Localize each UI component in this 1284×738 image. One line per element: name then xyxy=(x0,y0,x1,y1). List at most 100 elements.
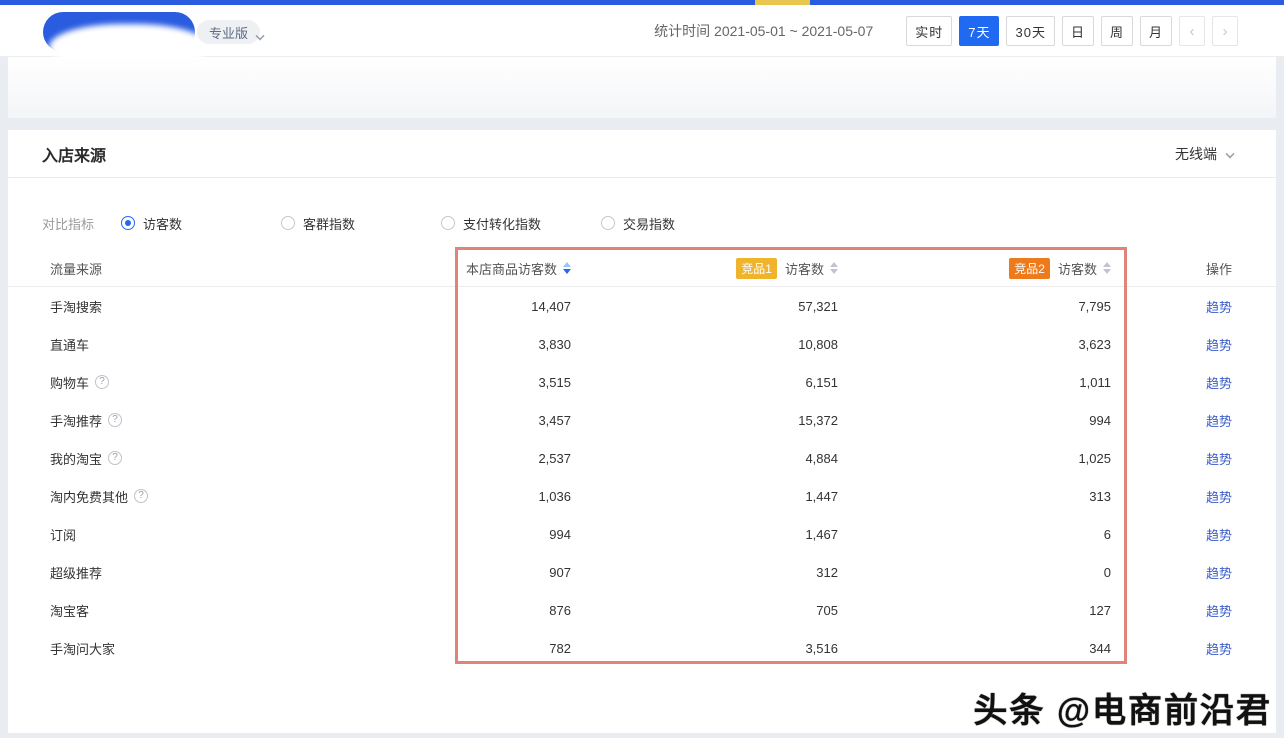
trend-link[interactable]: 趋势 xyxy=(1206,335,1232,354)
source-name: 淘内免费其他 xyxy=(50,487,128,506)
comp2-visitors-value: 313 xyxy=(1089,489,1111,504)
compare-option-label: 支付转化指数 xyxy=(463,214,541,233)
compare-option-label: 访客数 xyxy=(143,214,182,233)
radio-icon xyxy=(601,216,615,230)
comp1-visitors-value: 1,467 xyxy=(805,527,838,542)
trend-link[interactable]: 趋势 xyxy=(1206,373,1232,392)
comp2-visitors-value: 3,623 xyxy=(1078,337,1111,352)
trend-link[interactable]: 趋势 xyxy=(1206,487,1232,506)
radio-icon xyxy=(281,216,295,230)
comp1-visitors-value: 6,151 xyxy=(805,375,838,390)
trend-link[interactable]: 趋势 xyxy=(1206,411,1232,430)
trend-link[interactable]: 趋势 xyxy=(1206,449,1232,468)
compare-option[interactable]: 交易指数 xyxy=(601,214,761,233)
date-range-controls: 统计时间 2021-05-01 ~ 2021-05-07 实时7天30天日周月 … xyxy=(654,5,1238,57)
help-icon[interactable]: ? xyxy=(95,375,109,389)
source-name: 手淘搜索 xyxy=(50,297,102,316)
range-button[interactable]: 7天 xyxy=(959,16,999,46)
comp2-visitors-value: 1,011 xyxy=(1079,375,1111,390)
table-row: 超级推荐 907 312 0 趋势 xyxy=(8,553,1276,591)
range-button[interactable]: 周 xyxy=(1101,16,1133,46)
radio-icon xyxy=(441,216,455,230)
comp2-badge: 竞品2 xyxy=(1009,258,1050,279)
table-row: 订阅 994 1,467 6 趋势 xyxy=(8,515,1276,553)
comp1-visitors-value: 3,516 xyxy=(805,641,838,656)
comp2-visitors-value: 7,795 xyxy=(1078,299,1111,314)
table-body: 手淘搜索 14,407 57,321 7,795 趋势 直通车 3,830 10… xyxy=(8,287,1276,667)
comp1-visitors-value: 705 xyxy=(816,603,838,618)
chevron-down-icon xyxy=(1225,149,1234,158)
help-icon[interactable]: ? xyxy=(108,451,122,465)
sort-icon[interactable] xyxy=(830,262,838,274)
trend-link[interactable]: 趋势 xyxy=(1206,563,1232,582)
col-header-own-label: 本店商品访客数 xyxy=(466,259,557,278)
comp2-visitors-value: 0 xyxy=(1104,565,1111,580)
compare-option[interactable]: 支付转化指数 xyxy=(441,214,601,233)
table-row: 我的淘宝 ? 2,537 4,884 1,025 趋势 xyxy=(8,439,1276,477)
trend-link[interactable]: 趋势 xyxy=(1206,601,1232,620)
stat-time-label: 统计时间 2021-05-01 ~ 2021-05-07 xyxy=(654,21,873,41)
range-button[interactable]: 日 xyxy=(1062,16,1094,46)
source-name: 手淘推荐 xyxy=(50,411,102,430)
source-name: 手淘问大家 xyxy=(50,639,115,658)
own-visitors-value: 907 xyxy=(549,565,571,580)
range-button[interactable]: 实时 xyxy=(906,16,952,46)
help-icon[interactable]: ? xyxy=(134,489,148,503)
compare-metric-row: 对比指标 访客数 客群指数 支付转化指数 交易指数 xyxy=(8,208,1276,238)
comp1-visitors-value: 10,808 xyxy=(798,337,838,352)
table-row: 手淘搜索 14,407 57,321 7,795 趋势 xyxy=(8,287,1276,325)
source-name: 超级推荐 xyxy=(50,563,102,582)
source-name: 购物车 xyxy=(50,373,89,392)
watermark: 头条 @电商前沿君 xyxy=(973,683,1272,732)
header-subpanel xyxy=(8,57,1276,118)
compare-option-label: 客群指数 xyxy=(303,214,355,233)
range-button[interactable]: 30天 xyxy=(1006,16,1054,46)
range-button-group: 实时7天30天日周月 xyxy=(899,16,1172,46)
compare-option-label: 交易指数 xyxy=(623,214,675,233)
col-header-comp2-label: 访客数 xyxy=(1058,259,1097,278)
page-root: 专业版 统计时间 2021-05-01 ~ 2021-05-07 实时7天30天… xyxy=(0,0,1284,738)
source-name: 订阅 xyxy=(50,525,76,544)
range-button[interactable]: 月 xyxy=(1140,16,1172,46)
col-header-source: 流量来源 xyxy=(50,259,102,278)
col-header-comp1-label: 访客数 xyxy=(785,259,824,278)
own-visitors-value: 3,515 xyxy=(538,375,571,390)
comp2-visitors-value: 127 xyxy=(1089,603,1111,618)
compare-option[interactable]: 访客数 xyxy=(121,214,281,233)
own-visitors-value: 782 xyxy=(549,641,571,656)
comp1-visitors-value: 15,372 xyxy=(798,413,838,428)
comp2-visitors-value: 1,025 xyxy=(1078,451,1111,466)
next-range-button[interactable]: › xyxy=(1212,16,1238,46)
comp1-badge: 竞品1 xyxy=(736,258,777,279)
help-icon[interactable]: ? xyxy=(108,413,122,427)
comp1-visitors-value: 312 xyxy=(816,565,838,580)
card-header: 入店来源 无线端 xyxy=(8,130,1276,178)
table-row: 淘宝客 876 705 127 趋势 xyxy=(8,591,1276,629)
comp1-visitors-value: 57,321 xyxy=(798,299,838,314)
compare-option[interactable]: 客群指数 xyxy=(281,214,441,233)
col-header-own-visitors: 本店商品访客数 xyxy=(466,259,571,278)
compare-metric-label: 对比指标 xyxy=(42,214,121,233)
prev-range-button[interactable]: ‹ xyxy=(1179,16,1205,46)
source-name: 直通车 xyxy=(50,335,89,354)
sort-icon[interactable] xyxy=(563,262,571,274)
source-name: 我的淘宝 xyxy=(50,449,102,468)
trend-link[interactable]: 趋势 xyxy=(1206,525,1232,544)
trend-link[interactable]: 趋势 xyxy=(1206,297,1232,316)
chevron-down-icon[interactable] xyxy=(256,27,266,37)
col-header-action: 操作 xyxy=(1206,259,1232,278)
comp2-visitors-value: 344 xyxy=(1089,641,1111,656)
terminal-selector-label: 无线端 xyxy=(1175,144,1217,164)
table-row: 手淘问大家 782 3,516 344 趋势 xyxy=(8,629,1276,667)
compare-options: 访客数 客群指数 支付转化指数 交易指数 xyxy=(121,214,761,233)
own-visitors-value: 3,457 xyxy=(538,413,571,428)
own-visitors-value: 2,537 xyxy=(538,451,571,466)
trend-link[interactable]: 趋势 xyxy=(1206,639,1232,658)
sort-icon[interactable] xyxy=(1103,262,1111,274)
own-visitors-value: 14,407 xyxy=(531,299,571,314)
comp1-visitors-value: 4,884 xyxy=(805,451,838,466)
own-visitors-value: 1,036 xyxy=(538,489,571,504)
table-row: 淘内免费其他 ? 1,036 1,447 313 趋势 xyxy=(8,477,1276,515)
app-header: 专业版 统计时间 2021-05-01 ~ 2021-05-07 实时7天30天… xyxy=(0,5,1284,57)
terminal-selector[interactable]: 无线端 xyxy=(1175,130,1234,178)
